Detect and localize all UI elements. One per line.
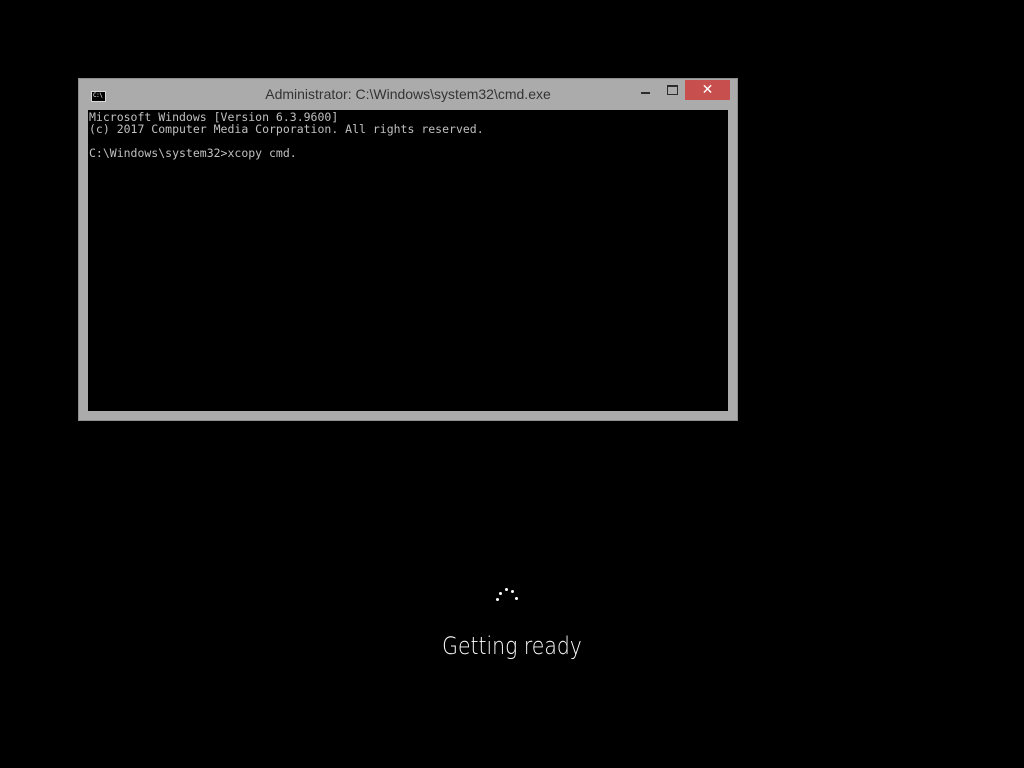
window-titlebar[interactable]: C:\ Administrator: C:\Windows\system32\c… <box>79 79 737 110</box>
spinner-dot <box>511 590 514 593</box>
loading-spinner-icon <box>492 586 522 606</box>
spinner-dot <box>496 598 499 601</box>
console-line: (c) 2017 Computer Media Corporation. All… <box>89 122 484 136</box>
maximize-button[interactable] <box>659 81 685 101</box>
console-output[interactable]: Microsoft Windows [Version 6.3.9600] (c)… <box>88 110 728 411</box>
spinner-dot <box>499 592 502 595</box>
cmd-app-icon[interactable]: C:\ <box>91 91 106 102</box>
spinner-dot <box>505 588 508 591</box>
spinner-dot <box>515 597 518 600</box>
console-prompt-line: C:\Windows\system32>xcopy cmd. <box>89 146 297 160</box>
close-button[interactable]: ✕ <box>685 80 730 100</box>
setup-status-text: Getting ready <box>442 632 582 660</box>
cmd-window[interactable]: C:\ Administrator: C:\Windows\system32\c… <box>78 78 738 421</box>
minimize-button[interactable] <box>633 81 659 101</box>
close-icon: ✕ <box>701 82 714 98</box>
cmd-app-icon-label: C:\ <box>93 92 103 99</box>
